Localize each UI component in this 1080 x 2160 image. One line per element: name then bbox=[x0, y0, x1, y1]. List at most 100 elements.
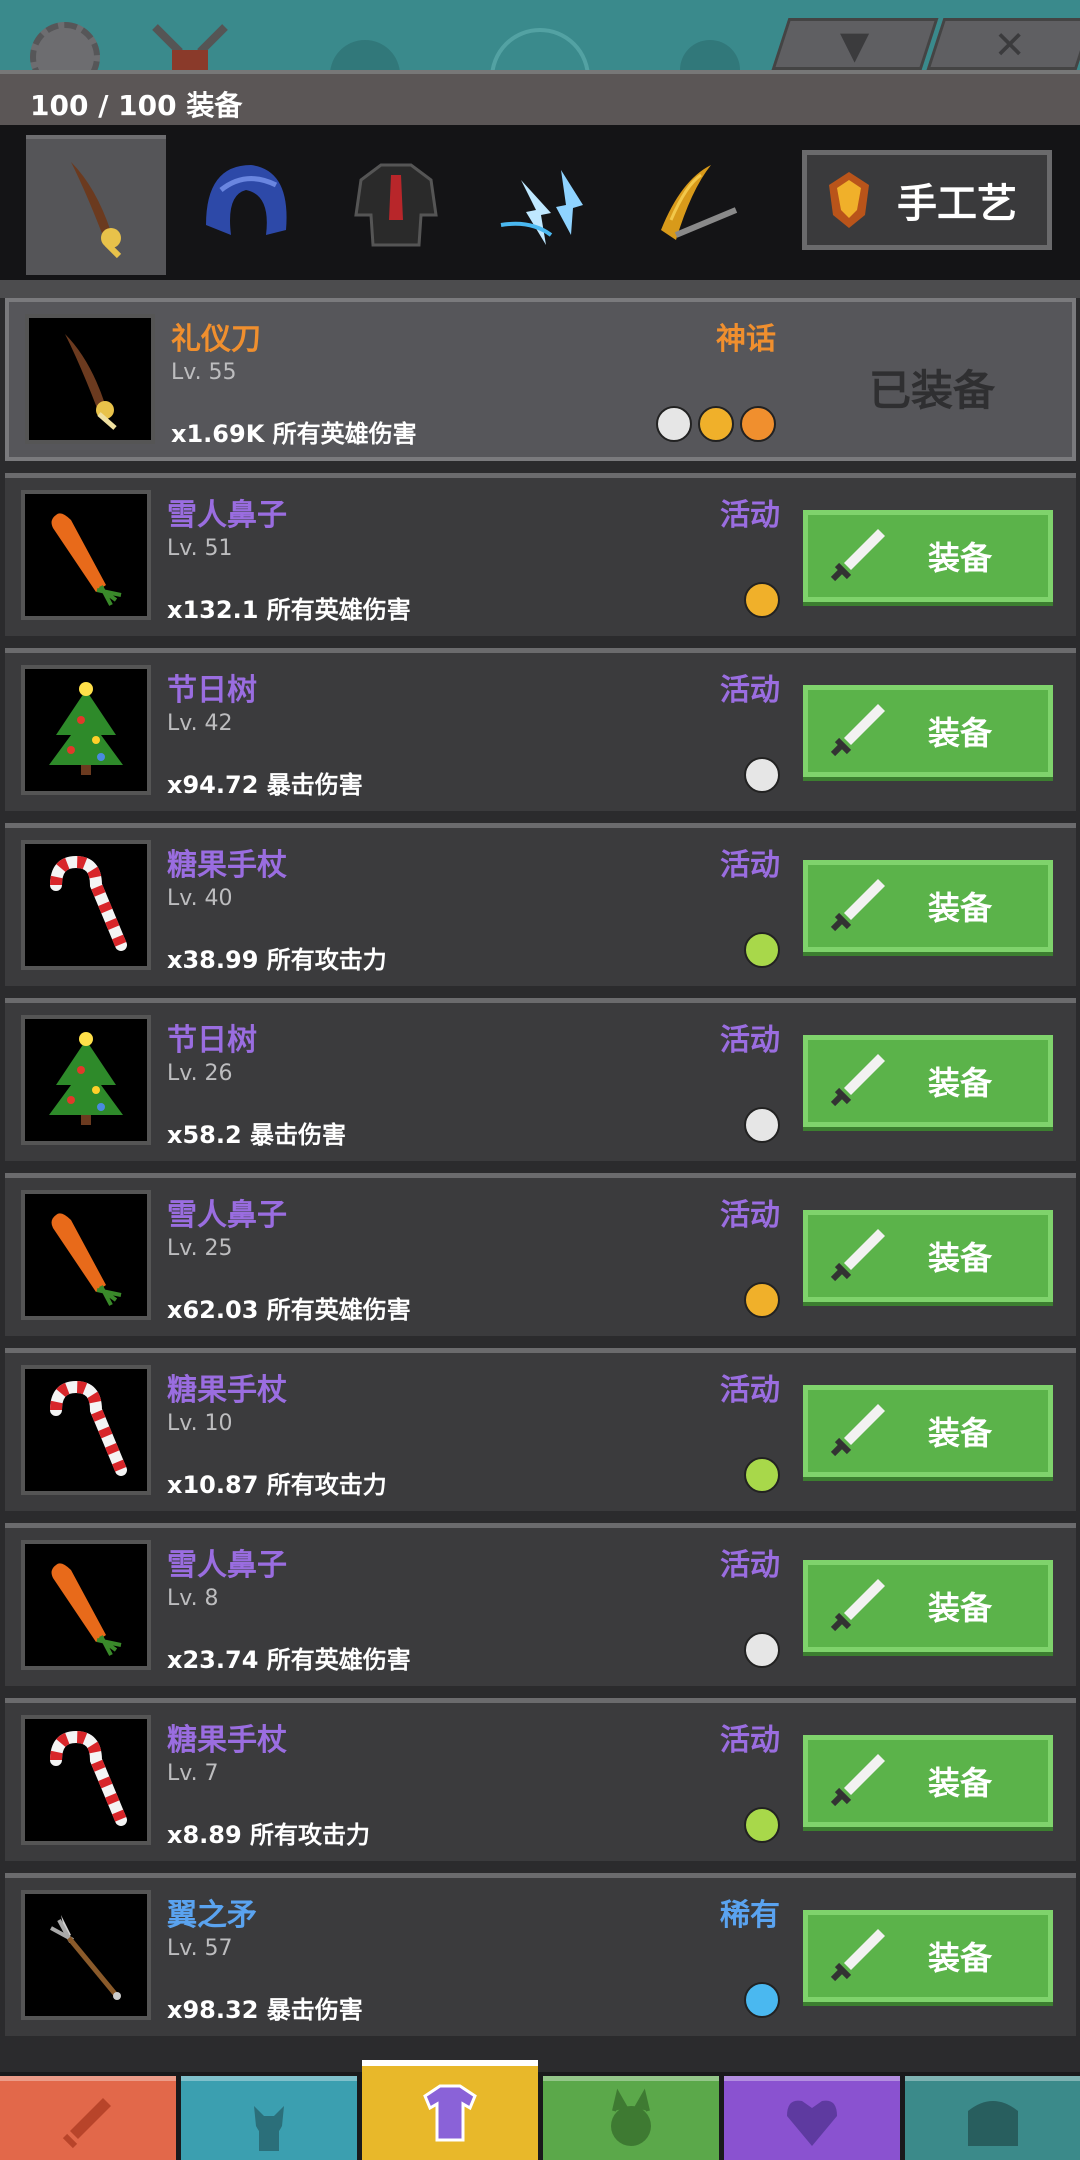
hero-icons bbox=[744, 1807, 780, 1843]
item-stat: x23.74 所有英雄伤害 bbox=[167, 1646, 411, 1674]
item-row[interactable]: 雪人鼻子 Lv. 51 x132.1 所有英雄伤害 活动 装备 bbox=[5, 473, 1076, 636]
warrior-hero-icon bbox=[656, 406, 692, 442]
item-rarity: 活动 bbox=[720, 1023, 780, 1058]
item-stat: x98.32 暴击伤害 bbox=[167, 1996, 363, 2024]
guild-crest-icon[interactable] bbox=[150, 22, 230, 70]
hero-icons bbox=[744, 1457, 780, 1493]
nav-tab-hero[interactable] bbox=[181, 2076, 357, 2160]
hero-icons bbox=[744, 1982, 780, 2018]
warrior-hero-icon bbox=[744, 1632, 780, 1668]
item-name: 节日树 bbox=[167, 673, 257, 708]
sword-icon bbox=[823, 1746, 893, 1816]
pet-nav-icon bbox=[611, 2088, 651, 2146]
archer-hero-icon bbox=[744, 1282, 780, 1318]
equip-button-label: 装备 bbox=[928, 889, 993, 927]
leaf-hero-icon bbox=[744, 932, 780, 968]
item-row[interactable]: 节日树 Lv. 26 x58.2 暴击伤害 活动 装备 bbox=[5, 998, 1076, 1161]
item-row[interactable]: 糖果手杖 Lv. 40 x38.99 所有攻击力 活动 装备 bbox=[5, 823, 1076, 986]
nav-tab-sword[interactable] bbox=[0, 2076, 176, 2160]
guild-nav-icon bbox=[787, 2100, 837, 2146]
tab-slash[interactable] bbox=[626, 135, 766, 275]
item-level: Lv. 10 bbox=[167, 1411, 233, 1436]
nav-tab-chest[interactable] bbox=[905, 2076, 1080, 2160]
equip-button[interactable]: 装备 bbox=[803, 1385, 1053, 1477]
equip-button[interactable]: 装备 bbox=[803, 510, 1053, 602]
tab-armor[interactable] bbox=[326, 135, 466, 275]
sword-icon bbox=[823, 1221, 893, 1291]
item-rarity: 活动 bbox=[720, 498, 780, 533]
chest-nav-icon bbox=[968, 2100, 1018, 2146]
item-level: Lv. 51 bbox=[167, 536, 233, 561]
close-tab[interactable]: ✕ bbox=[926, 18, 1080, 70]
item-level: Lv. 57 bbox=[167, 1936, 233, 1961]
equip-button-label: 装备 bbox=[928, 1764, 993, 1802]
item-name: 糖果手杖 bbox=[167, 1723, 287, 1758]
craft-button[interactable]: 手工艺 bbox=[802, 150, 1052, 250]
item-row[interactable]: 翼之矛 Lv. 57 x98.32 暴击伤害 稀有 装备 bbox=[5, 1873, 1076, 2036]
equip-button[interactable]: 装备 bbox=[803, 685, 1053, 777]
ceremonial-sword-icon bbox=[35, 324, 145, 434]
item-thumbnail bbox=[21, 1715, 151, 1845]
armor-icon bbox=[354, 163, 438, 247]
item-row[interactable]: 雪人鼻子 Lv. 25 x62.03 所有英雄伤害 活动 装备 bbox=[5, 1173, 1076, 1336]
gear-icon[interactable] bbox=[30, 22, 100, 70]
item-stat: x58.2 暴击伤害 bbox=[167, 1121, 347, 1149]
item-rarity: 活动 bbox=[720, 1548, 780, 1583]
item-row[interactable]: 礼仪刀 Lv. 55 x1.69K 所有英雄伤害 神话 已装备 bbox=[5, 298, 1076, 461]
close-icon: ✕ bbox=[993, 23, 1026, 67]
dropdown-tab[interactable]: ▼ bbox=[771, 18, 939, 70]
item-stat: x1.69K 所有英雄伤害 bbox=[171, 420, 417, 448]
item-thumbnail bbox=[21, 665, 151, 795]
equip-button-label: 装备 bbox=[928, 539, 993, 577]
item-row[interactable]: 节日树 Lv. 42 x94.72 暴击伤害 活动 装备 bbox=[5, 648, 1076, 811]
hero-icons bbox=[744, 757, 780, 793]
nav-tab-shirt[interactable] bbox=[362, 2060, 538, 2160]
sword-icon bbox=[823, 1571, 893, 1641]
shirt-nav-icon bbox=[423, 2084, 477, 2142]
item-name: 雪人鼻子 bbox=[167, 498, 287, 533]
winged-spear-icon bbox=[31, 1900, 141, 2010]
candy-cane-icon bbox=[31, 850, 141, 960]
item-level: Lv. 40 bbox=[167, 886, 233, 911]
item-level: Lv. 55 bbox=[171, 360, 237, 385]
item-name: 翼之矛 bbox=[167, 1898, 257, 1933]
item-stat: x94.72 暴击伤害 bbox=[167, 771, 363, 799]
item-stat: x8.89 所有攻击力 bbox=[167, 1821, 371, 1849]
item-row[interactable]: 糖果手杖 Lv. 10 x10.87 所有攻击力 活动 装备 bbox=[5, 1348, 1076, 1511]
tab-weapon[interactable] bbox=[26, 135, 166, 275]
item-name: 雪人鼻子 bbox=[167, 1548, 287, 1583]
equip-button[interactable]: 装备 bbox=[803, 1210, 1053, 1302]
equip-button-label: 装备 bbox=[928, 1064, 993, 1102]
equip-button-label: 装备 bbox=[928, 1414, 993, 1452]
nav-tab-guild[interactable] bbox=[724, 2076, 900, 2160]
equip-button[interactable]: 装备 bbox=[803, 860, 1053, 952]
nav-tab-pet[interactable] bbox=[543, 2076, 719, 2160]
christmas-tree-icon bbox=[31, 675, 141, 785]
equip-button-label: 装备 bbox=[928, 1239, 993, 1277]
carrot-icon bbox=[31, 500, 141, 610]
warrior-hero-icon bbox=[744, 1107, 780, 1143]
equip-button[interactable]: 装备 bbox=[803, 1735, 1053, 1827]
archer-hero-icon bbox=[744, 582, 780, 618]
tab-helmet[interactable] bbox=[176, 135, 316, 275]
sword-nav-icon bbox=[62, 2097, 111, 2148]
banner-decoration bbox=[330, 40, 400, 70]
item-row[interactable]: 糖果手杖 Lv. 7 x8.89 所有攻击力 活动 装备 bbox=[5, 1698, 1076, 1861]
hero-icons bbox=[744, 1282, 780, 1318]
equip-button[interactable]: 装备 bbox=[803, 1560, 1053, 1652]
sword-icon bbox=[823, 871, 893, 941]
item-rarity: 活动 bbox=[720, 848, 780, 883]
item-level: Lv. 25 bbox=[167, 1236, 233, 1261]
blade-hero-icon bbox=[740, 406, 776, 442]
item-stat: x132.1 所有英雄伤害 bbox=[167, 596, 411, 624]
tab-aura[interactable] bbox=[476, 135, 616, 275]
equip-button[interactable]: 装备 bbox=[803, 1035, 1053, 1127]
item-rarity: 稀有 bbox=[720, 1898, 780, 1933]
item-row[interactable]: 雪人鼻子 Lv. 8 x23.74 所有英雄伤害 活动 装备 bbox=[5, 1523, 1076, 1686]
item-rarity: 活动 bbox=[720, 673, 780, 708]
equip-button[interactable]: 装备 bbox=[803, 1910, 1053, 2002]
sword-icon bbox=[823, 696, 893, 766]
equipment-count: 100 / 100 装备 bbox=[30, 89, 243, 122]
crafting-gem-icon bbox=[829, 172, 869, 228]
item-rarity: 活动 bbox=[720, 1373, 780, 1408]
